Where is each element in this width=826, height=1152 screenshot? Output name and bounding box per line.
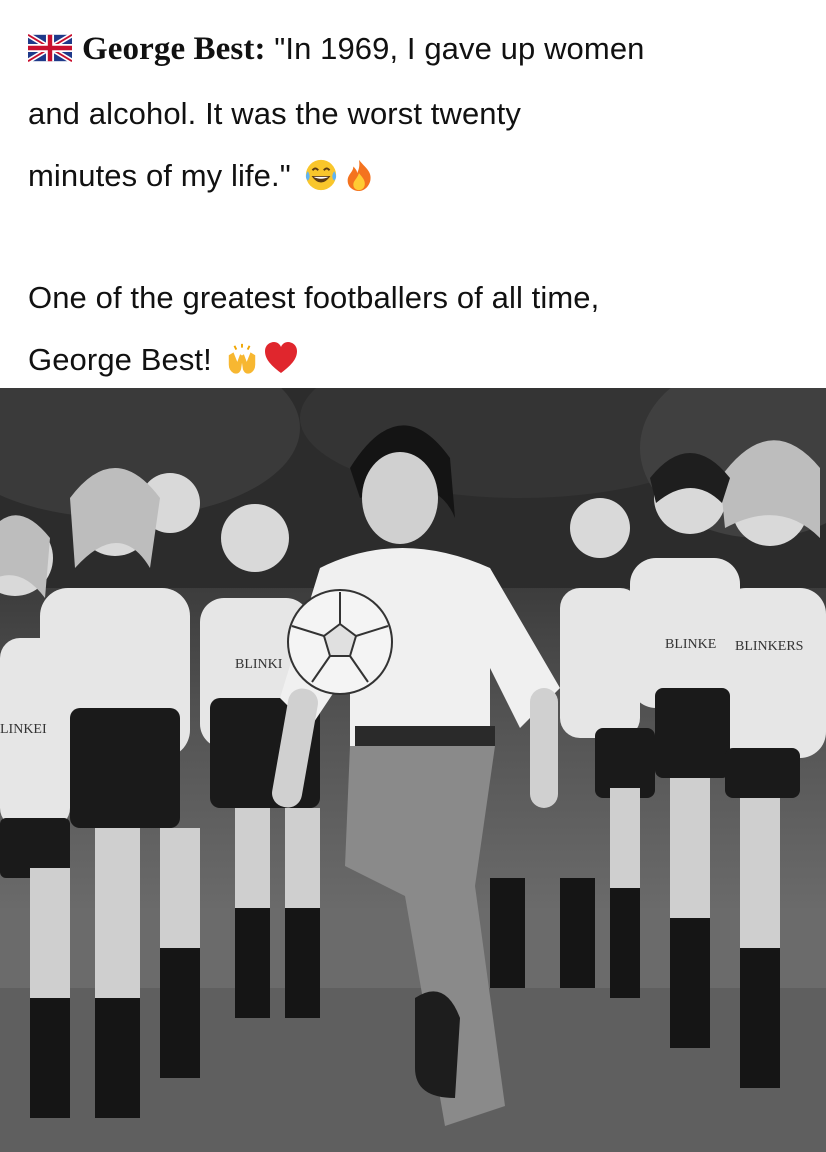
shirt-logo-1: BLINKI	[235, 657, 283, 672]
photo-illustration: BLINKI BLINKE BLINKERS LINKEI	[0, 388, 826, 1152]
fire-icon	[342, 151, 376, 192]
quote-line-2: and alcohol. It was the worst twenty	[28, 96, 521, 131]
tribute-line-2: George Best!	[28, 329, 818, 391]
shirt-logo-3: BLINKERS	[735, 639, 803, 654]
quote-line-3: minutes of my life."	[28, 145, 818, 207]
quote-line-1: George Best: "In 1969, I gave up women	[26, 18, 818, 83]
raising-hands-icon	[225, 335, 259, 374]
post-text: George Best: "In 1969, I gave up women a…	[26, 18, 818, 391]
shirt-logo-4: LINKEI	[0, 722, 47, 737]
quote-text-1: "In 1969, I gave up women	[265, 31, 645, 66]
author-name: George Best	[82, 31, 255, 67]
tribute-line-1: One of the greatest footballers of all t…	[28, 280, 600, 315]
tribute-text-2: George Best!	[28, 342, 212, 377]
shirt-logo-2: BLINKE	[665, 637, 716, 652]
uk-flag-icon	[26, 21, 74, 83]
author-colon: :	[254, 31, 266, 67]
face-with-tears-of-joy-icon	[304, 151, 338, 191]
quote-text-3: minutes of my life."	[28, 158, 291, 193]
red-heart-icon	[263, 335, 297, 373]
football-icon	[287, 589, 393, 695]
post-photo[interactable]: BLINKI BLINKE BLINKERS LINKEI	[0, 388, 826, 1152]
